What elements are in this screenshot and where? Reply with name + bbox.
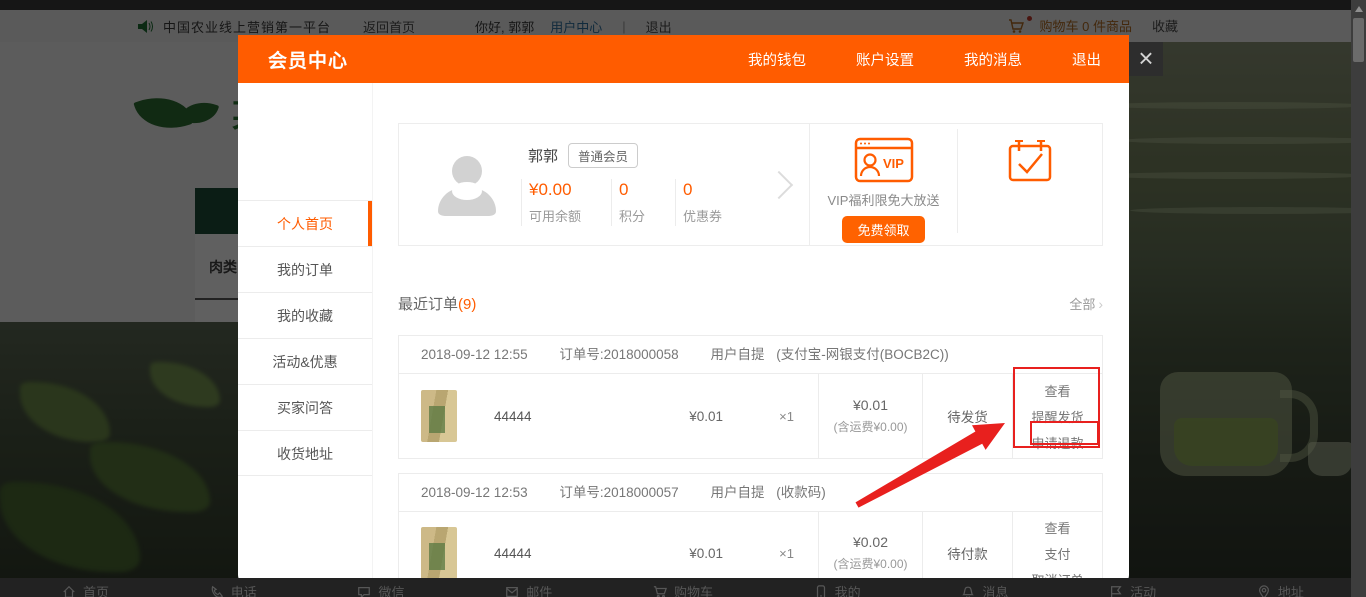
recent-orders-title: 最近订单 xyxy=(398,293,458,314)
product-thumbnail[interactable] xyxy=(421,527,457,579)
activity-icon xyxy=(1109,585,1123,597)
mail-icon xyxy=(505,585,519,597)
modal-main: 郭郭 普通会员 ¥0.00 可用余额 0 积分 xyxy=(373,83,1129,585)
order-datetime: 2018-09-12 12:55 xyxy=(421,347,528,362)
nav-my-wallet[interactable]: 我的钱包 xyxy=(748,49,806,70)
sidebar-item-my-favorites[interactable]: 我的收藏 xyxy=(238,292,372,338)
location-icon xyxy=(1257,585,1271,597)
close-button[interactable]: × xyxy=(1129,42,1163,76)
modal-title: 会员中心 xyxy=(268,46,348,73)
order-number: 订单号:2018000058 xyxy=(559,347,678,362)
nav-logout[interactable]: 退出 xyxy=(1072,49,1101,70)
product-name[interactable]: 44444 xyxy=(494,409,532,424)
user-name: 郭郭 xyxy=(528,145,558,166)
sidebar-item-buyer-qa[interactable]: 买家问答 xyxy=(238,384,372,430)
svg-text:VIP: VIP xyxy=(883,156,904,171)
footer-item-mine[interactable]: 我的 xyxy=(814,582,861,597)
cart-icon xyxy=(653,585,667,597)
product-price: ¥0.01 xyxy=(689,409,723,424)
order-total: ¥0.01 xyxy=(853,397,888,413)
page-scrollbar[interactable] xyxy=(1351,0,1366,597)
nav-my-messages[interactable]: 我的消息 xyxy=(964,49,1022,70)
order-header: 2018-09-12 12:55 订单号:2018000058 用户自提 (支付… xyxy=(399,336,1102,374)
pay-order-link[interactable]: 支付 xyxy=(1044,544,1070,563)
product-qty: ×1 xyxy=(779,409,794,424)
scrollbar-up-arrow-icon[interactable] xyxy=(1355,6,1363,12)
order-delivery-method: 用户自提 xyxy=(710,347,764,362)
user-icon xyxy=(814,585,828,597)
footer-item-messages[interactable]: 消息 xyxy=(961,582,1008,597)
order-delivery-method: 用户自提 xyxy=(710,485,764,500)
footer-item-address[interactable]: 地址 xyxy=(1257,582,1304,597)
phone-icon xyxy=(210,585,224,597)
vip-icon: VIP xyxy=(854,137,914,183)
bell-icon xyxy=(961,585,975,597)
order-number: 订单号:2018000057 xyxy=(559,485,678,500)
order-payment-method: (收款码) xyxy=(776,485,826,500)
stat-coupons[interactable]: 0 优惠券 xyxy=(675,179,752,226)
profile-card: 郭郭 普通会员 ¥0.00 可用余额 0 积分 xyxy=(398,123,1103,246)
nav-account-settings[interactable]: 账户设置 xyxy=(856,49,914,70)
order-payment-method: (支付宝-网银支付(BOCB2C)) xyxy=(776,347,949,362)
wechat-icon xyxy=(357,585,371,597)
all-orders-link[interactable]: 全部 xyxy=(1069,294,1095,313)
footer-item-activity[interactable]: 活动 xyxy=(1109,582,1156,597)
modal-header: 会员中心 我的钱包 账户设置 我的消息 退出 xyxy=(238,35,1129,83)
member-level-badge: 普通会员 xyxy=(568,143,638,168)
free-claim-button[interactable]: 免费领取 xyxy=(842,216,924,243)
home-icon xyxy=(62,585,76,597)
sidebar-item-my-orders[interactable]: 我的订单 xyxy=(238,246,372,292)
stat-points[interactable]: 0 积分 xyxy=(611,179,675,226)
scrollbar-thumb[interactable] xyxy=(1353,18,1364,62)
footer-item-cart[interactable]: 购物车 xyxy=(653,582,713,597)
vip-promo-label: VIP福利限免大放送 xyxy=(828,190,940,209)
recent-orders-header: 最近订单 (9) 全部 › xyxy=(398,293,1103,314)
annotation-arrow xyxy=(845,413,1015,518)
view-order-link[interactable]: 查看 xyxy=(1044,518,1070,537)
modal-nav: 我的钱包 账户设置 我的消息 退出 xyxy=(748,49,1115,70)
sidebar-item-personal-home[interactable]: 个人首页 xyxy=(238,200,372,246)
stat-balance[interactable]: ¥0.00 可用余额 xyxy=(521,179,611,226)
product-price: ¥0.01 xyxy=(689,546,723,561)
footer-item-home[interactable]: 首页 xyxy=(62,582,109,597)
order-datetime: 2018-09-12 12:53 xyxy=(421,485,528,500)
footer-item-mail[interactable]: 邮件 xyxy=(505,582,552,597)
modal-sidebar: 个人首页 我的订单 我的收藏 活动&优惠 买家问答 收货地址 xyxy=(238,83,373,585)
sidebar-item-shipping-address[interactable]: 收货地址 xyxy=(238,430,372,476)
avatar xyxy=(436,154,498,216)
order-shipping-fee: (含运费¥0.00) xyxy=(833,555,907,572)
order-total: ¥0.02 xyxy=(853,534,888,550)
product-qty: ×1 xyxy=(779,546,794,561)
product-thumbnail[interactable] xyxy=(421,390,457,442)
annotation-box-refund xyxy=(1030,421,1099,445)
chevron-right-icon[interactable] xyxy=(767,163,789,207)
calendar-check-icon[interactable] xyxy=(1007,139,1053,183)
vip-panel: VIP VIP福利限免大放送 免费领取 xyxy=(809,124,1102,245)
footer-item-phone[interactable]: 电话 xyxy=(210,582,257,597)
sidebar-item-promotions[interactable]: 活动&优惠 xyxy=(238,338,372,384)
recent-orders-count: (9) xyxy=(458,296,476,313)
contact-footer: 首页 电话 微信 邮件 购物车 我的 消息 活动 地址 xyxy=(0,578,1366,597)
footer-item-wechat[interactable]: 微信 xyxy=(357,582,404,597)
product-name[interactable]: 44444 xyxy=(494,546,532,561)
chevron-right-icon: › xyxy=(1098,296,1103,312)
